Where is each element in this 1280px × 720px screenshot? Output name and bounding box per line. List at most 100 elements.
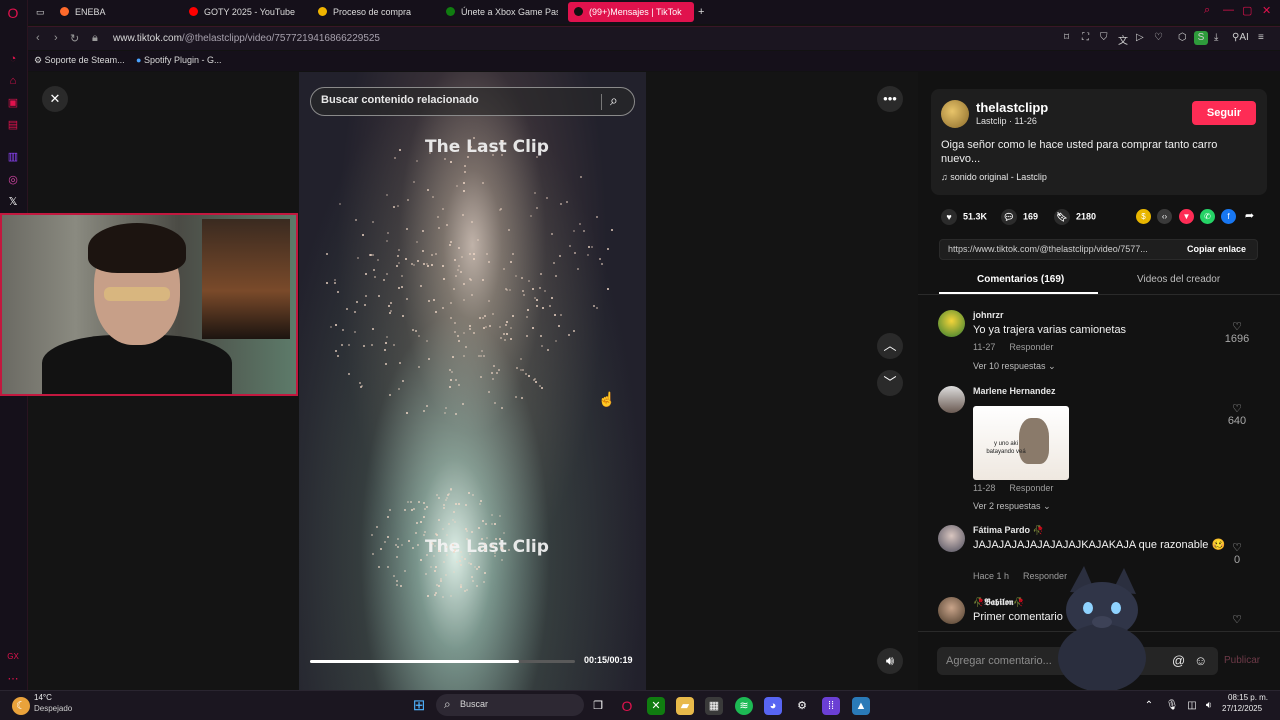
facebook-icon[interactable]: f [1221, 209, 1236, 224]
more-icon[interactable]: ⋯ [6, 672, 20, 686]
whatsapp-icon[interactable]: ✆ [1200, 209, 1215, 224]
reply-button[interactable]: Responder [1009, 342, 1053, 352]
follow-button[interactable]: Seguir [1192, 101, 1256, 125]
close-video-button[interactable]: ✕ [42, 86, 68, 112]
screenshot-icon[interactable]: ⛶ [1082, 32, 1089, 43]
gx-icon[interactable]: GX [6, 650, 20, 664]
more-options-button[interactable]: ••• [877, 86, 903, 112]
opera-logo-icon[interactable]: O [6, 6, 20, 20]
back-icon[interactable]: ‹ [36, 32, 40, 44]
bookmark-heart-icon[interactable]: ♡ [1154, 32, 1163, 43]
comment-username[interactable]: Marlene Hernandez [973, 386, 1056, 396]
tab-checkout[interactable]: Proceso de compra [318, 2, 438, 22]
emoji-icon[interactable]: ☺ [1194, 653, 1207, 668]
video-link[interactable]: https://www.tiktok.com/@thelastclipp/vid… [948, 244, 1148, 254]
comment-like-button[interactable]: ♡ 1696 [1224, 320, 1250, 345]
tab-tiktok[interactable]: (99+)Mensajes | TikTok [568, 2, 694, 22]
maximize-icon[interactable]: ▢ [1242, 4, 1252, 17]
downloads-icon[interactable]: ⤓ [1214, 32, 1218, 43]
clock-time[interactable]: 08:15 p. m. [1228, 693, 1268, 702]
comment-username[interactable]: Fátima Pardo 🥀 [973, 525, 1044, 536]
sound-link[interactable]: ♫ sonido original - Lastclip [941, 172, 1047, 182]
windows-start-icon[interactable]: ⊞ [410, 697, 428, 715]
tab-youtube[interactable]: GOTY 2025 - YouTube [189, 2, 309, 22]
steam-taskbar-icon[interactable]: ⚙ [793, 697, 811, 715]
commenter-avatar[interactable] [938, 310, 965, 337]
opera-gx-taskbar-icon[interactable]: O [618, 697, 636, 715]
clock-date[interactable]: 27/12/2025 [1222, 704, 1262, 713]
new-tab-button[interactable]: + [698, 2, 710, 22]
x-twitter-icon[interactable]: 𝕏 [6, 195, 20, 209]
previous-video-button[interactable]: ︿ [877, 333, 903, 359]
photos-icon[interactable]: ▲ [852, 697, 870, 715]
ai-icon[interactable]: ⚲AI [1232, 32, 1249, 43]
commenter-avatar[interactable] [938, 597, 965, 624]
close-window-icon[interactable]: ✕ [1262, 4, 1271, 17]
commenter-avatar[interactable] [938, 386, 965, 413]
bookmark-steam[interactable]: ⚙ Soporte de Steam... [34, 55, 125, 66]
save-button[interactable]: 🔖︎ 2180 [1054, 209, 1096, 225]
send-icon[interactable]: ▼ [1179, 209, 1194, 224]
comment-like-button[interactable]: ♡ [1224, 613, 1250, 626]
comment-username[interactable]: 🥀𝕭𝖆𝖇𝖎𝖑𝖔𝖓🥀 [973, 597, 1025, 608]
weather-icon[interactable]: ☾ [12, 697, 30, 715]
tab-comments[interactable]: Comentarios (169) [977, 274, 1064, 285]
mention-icon[interactable]: @ [1172, 653, 1185, 668]
comment-username[interactable]: johnrzr [973, 310, 1004, 320]
player-icon[interactable]: ▣ [6, 96, 20, 110]
share-arrow-icon[interactable]: ➦ [1242, 209, 1257, 224]
reload-icon[interactable]: ↻ [70, 32, 79, 45]
like-button[interactable]: ♥ 51.3K [941, 209, 987, 225]
xbox-taskbar-icon[interactable]: ✕ [647, 697, 665, 715]
publish-button[interactable]: Publicar [1224, 655, 1260, 666]
app-grid-icon[interactable]: ⁞⁞ [822, 697, 840, 715]
microphone-icon[interactable]: 🎙︎ [1163, 697, 1181, 715]
search-tabs-icon[interactable]: ⌕ [1204, 4, 1210, 17]
taskbar-search[interactable]: ⌕ Buscar [436, 694, 584, 716]
comment-like-button[interactable]: ♡ 0 [1224, 541, 1250, 566]
video-progress-bar[interactable] [310, 660, 575, 663]
profile-icon[interactable]: S [1194, 31, 1208, 45]
forward-icon[interactable]: › [54, 32, 58, 44]
view-replies-button[interactable]: Ver 2 respuestas ⌄ [973, 501, 1051, 512]
extensions-icon[interactable]: ⬡ [1178, 32, 1187, 43]
discord-taskbar-icon[interactable]: ◕ [764, 697, 782, 715]
tab-creator-videos[interactable]: Videos del creador [1137, 274, 1220, 285]
reply-button[interactable]: Responder [1009, 483, 1053, 493]
author-avatar[interactable] [941, 100, 969, 128]
volume-tray-icon[interactable]: 🔉︎ [1200, 697, 1218, 715]
messenger-icon[interactable]: ▤ [6, 118, 20, 132]
instagram-icon[interactable]: ◎ [6, 173, 20, 187]
coin-share-icon[interactable]: $ [1136, 209, 1151, 224]
player-play-icon[interactable]: ▷ [1136, 32, 1144, 43]
tab-switcher-icon[interactable]: ▭ [36, 2, 45, 22]
video-player[interactable]: The Last Clip The Last Clip [299, 72, 646, 690]
snapshot-icon[interactable]: ⌑ [1064, 32, 1069, 43]
copy-link-button[interactable]: Copiar enlace [1187, 244, 1246, 254]
minimize-icon[interactable]: — [1223, 4, 1234, 16]
tab-eneba[interactable]: ENEBA [60, 2, 180, 22]
translate-icon[interactable]: 文 [1118, 32, 1128, 47]
task-view-icon[interactable]: ❐ [589, 697, 607, 715]
author-name[interactable]: thelastclipp [976, 100, 1048, 115]
store-icon[interactable]: ▦ [705, 697, 723, 715]
url-field[interactable]: www.tiktok.com/@thelastclipp/video/75772… [113, 33, 380, 44]
bookmark-spotify[interactable]: ● Spotify Plugin - G... [136, 55, 221, 65]
twitch-icon[interactable]: ▥ [6, 150, 20, 164]
commenter-avatar[interactable] [938, 525, 965, 552]
next-video-button[interactable]: ﹀ [877, 370, 903, 396]
spotify-taskbar-icon[interactable]: ≋ [735, 697, 753, 715]
wifi-icon[interactable]: ◫ [1183, 697, 1201, 715]
menu-icon[interactable]: ≡ [1258, 32, 1264, 43]
file-explorer-icon[interactable]: ▰ [676, 697, 694, 715]
network-settings-icon[interactable]: ⌃ [1140, 697, 1158, 715]
embed-icon[interactable]: ‹› [1157, 209, 1172, 224]
tab-xbox[interactable]: Únete a Xbox Game Pass [446, 2, 558, 22]
volume-button[interactable]: 🔊︎ [877, 648, 903, 674]
adblock-icon[interactable]: ⛉ [1100, 32, 1108, 43]
comment-button[interactable]: 💬︎ 169 [1001, 209, 1038, 225]
related-search-input[interactable] [321, 94, 601, 106]
gx-control-icon[interactable]: ◔ [6, 52, 20, 66]
comment-like-button[interactable]: ♡ 640 [1224, 402, 1250, 427]
gx-corner-icon[interactable]: ⌂ [6, 74, 20, 88]
